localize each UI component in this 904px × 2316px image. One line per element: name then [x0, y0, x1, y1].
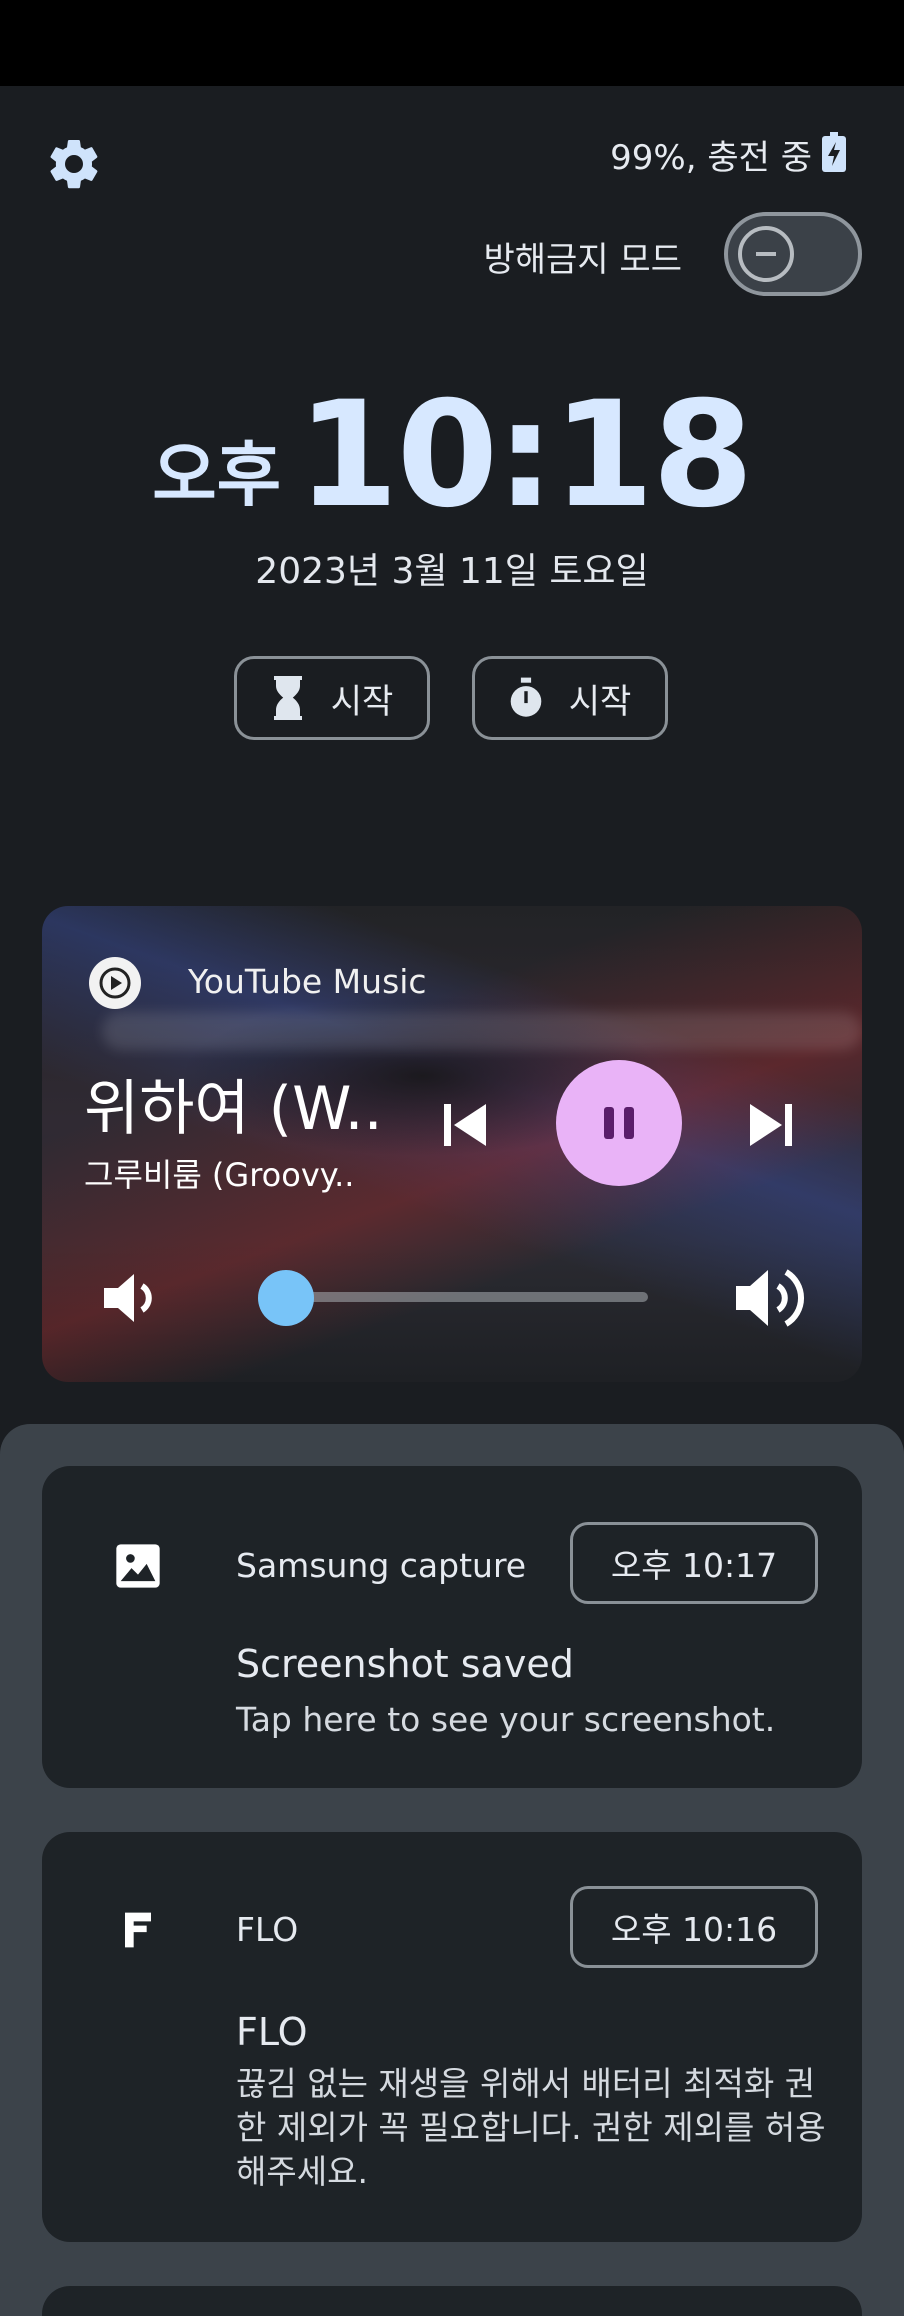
- clock-ampm: 오후: [152, 434, 282, 516]
- youtube-music-icon: [89, 957, 141, 1009]
- dnd-off-icon: [738, 226, 794, 282]
- pause-button[interactable]: [556, 1060, 682, 1186]
- song-artist: 그루비룸 (Groovy..: [84, 1156, 355, 1194]
- flo-logo-icon: [125, 1912, 151, 1948]
- timer-start-button[interactable]: 시작: [234, 656, 430, 740]
- dnd-label: 방해금지 모드: [483, 240, 683, 280]
- notification-partial[interactable]: [42, 2286, 862, 2316]
- clock-date: 2023년 3월 11일 토요일: [255, 551, 649, 592]
- notification-app-name: Samsung capture: [236, 1546, 527, 1585]
- previous-track-icon[interactable]: [438, 1098, 492, 1152]
- volume-low-icon[interactable]: [100, 1270, 160, 1326]
- timer-start-label: 시작: [330, 681, 394, 722]
- song-title: 위하여 (W..: [84, 1074, 383, 1144]
- image-icon: [116, 1544, 160, 1588]
- battery-charging-icon: [822, 132, 846, 172]
- dnd-toggle[interactable]: [724, 212, 862, 296]
- media-app-name: YouTube Music: [188, 962, 427, 1001]
- stopwatch-start-button[interactable]: 시작: [472, 656, 668, 740]
- blurred-background: [102, 1012, 862, 1050]
- stopwatch-start-label: 시작: [568, 681, 632, 722]
- notification-time: 오후 10:16: [570, 1886, 818, 1968]
- battery-status: 99%, 충전 중: [610, 138, 812, 178]
- settings-gear-icon[interactable]: [44, 134, 104, 194]
- clock-time: 10:18: [297, 370, 754, 540]
- next-track-icon[interactable]: [744, 1098, 798, 1152]
- notification-title: FLO: [236, 2010, 308, 2054]
- volume-slider-handle[interactable]: [258, 1270, 314, 1326]
- notification-samsung-capture[interactable]: Samsung capture 오후 10:17 Screenshot save…: [42, 1466, 862, 1788]
- volume-high-icon[interactable]: [732, 1262, 810, 1334]
- media-player-card[interactable]: YouTube Music 위하여 (W.. 그루비룸 (Groovy..: [42, 906, 862, 1382]
- notification-app-name: FLO: [236, 1910, 299, 1949]
- system-status-bar: [0, 0, 904, 86]
- stopwatch-icon: [510, 677, 542, 717]
- clock: 오후 10:18: [0, 370, 904, 540]
- notification-flo[interactable]: FLO 오후 10:16 FLO 끊김 없는 재생을 위해서 배터리 최적화 권…: [42, 1832, 862, 2242]
- hourglass-icon: [273, 676, 302, 720]
- notification-body: 끊김 없는 재생을 위해서 배터리 최적화 권한 제외가 꼭 필요합니다. 권한…: [236, 2064, 826, 2191]
- volume-slider-track[interactable]: [268, 1292, 648, 1302]
- notification-body: Tap here to see your screenshot.: [236, 1700, 776, 1739]
- notification-time: 오후 10:17: [570, 1522, 818, 1604]
- notification-title: Screenshot saved: [236, 1642, 574, 1686]
